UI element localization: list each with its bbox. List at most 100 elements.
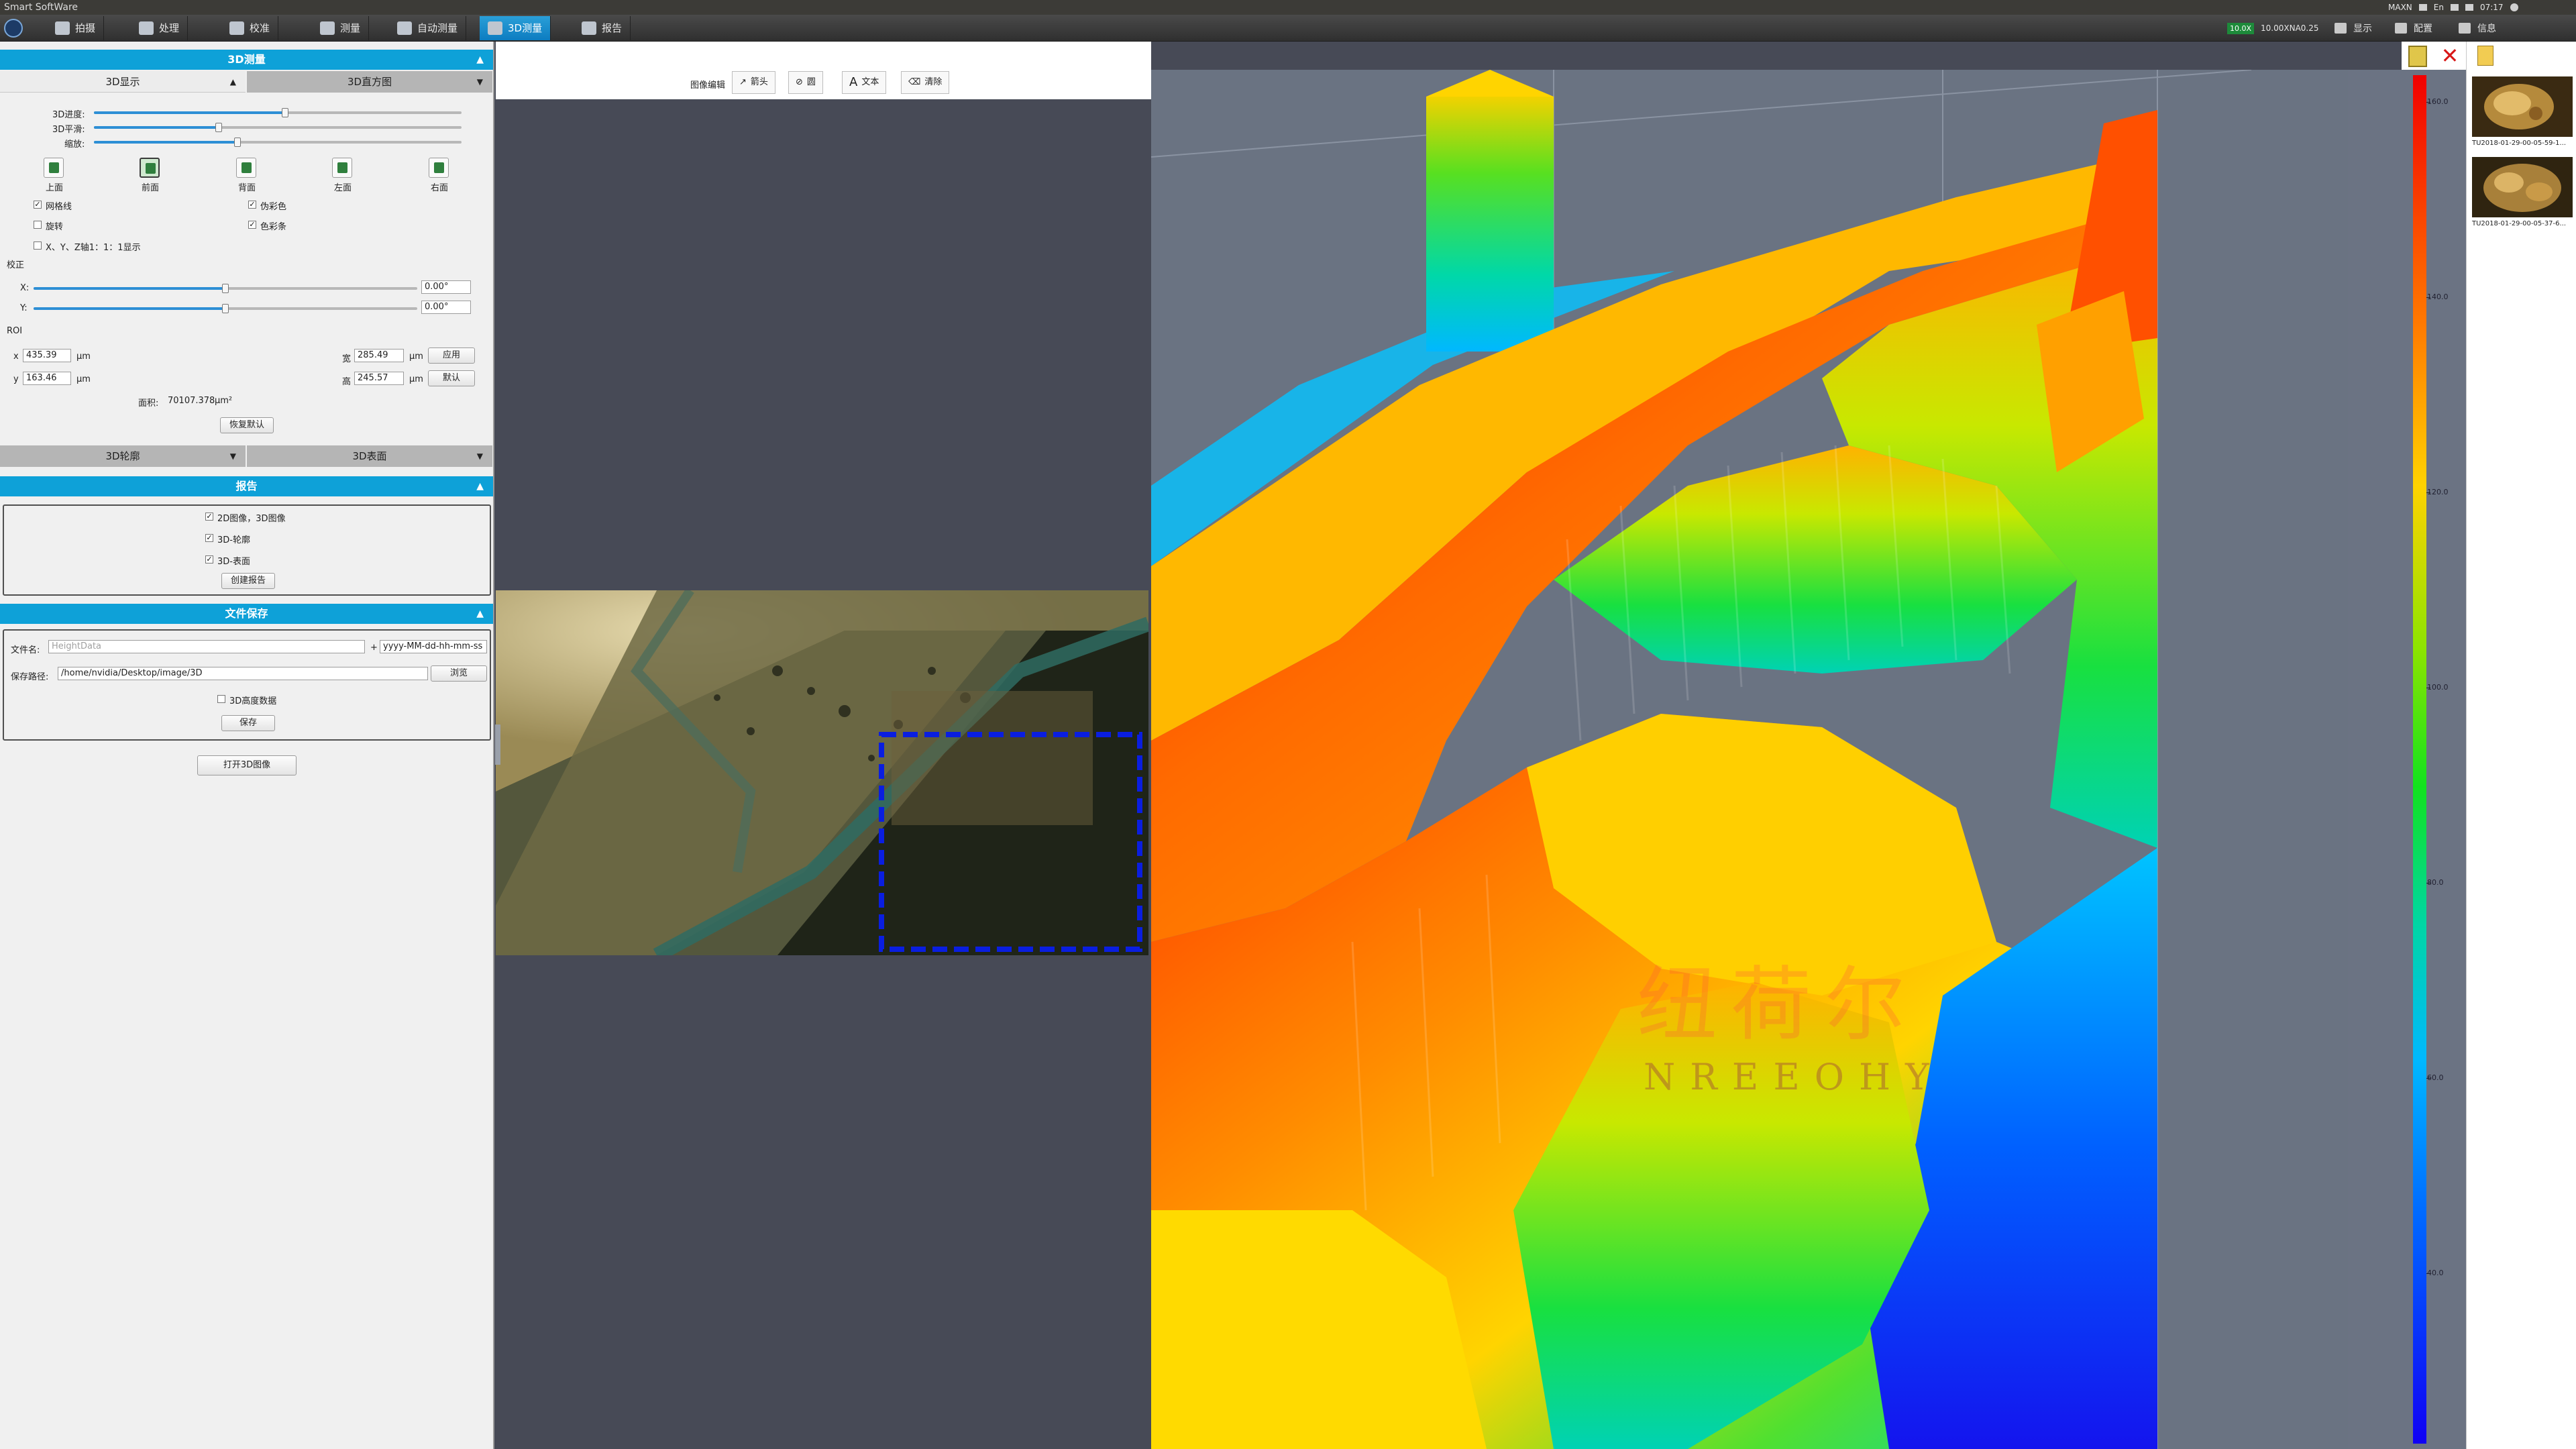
browse-button[interactable]: 浏览 — [431, 665, 487, 682]
path-label: 保存路径: — [11, 672, 49, 682]
apply-button[interactable]: 应用 — [428, 347, 475, 364]
tower-pillar — [1426, 97, 1554, 352]
collapse-icon: ▲ — [476, 54, 484, 65]
colorbar-tick-label: 100.0 — [2427, 683, 2449, 692]
section-header-file-save[interactable]: 文件保存 ▲ — [0, 604, 493, 624]
roi-y-unit: μm — [76, 374, 91, 384]
tab-report[interactable]: 报告 — [574, 16, 631, 40]
power-mode[interactable]: MAXN — [2388, 3, 2412, 12]
roi-width-field[interactable]: 285.49 — [354, 349, 404, 362]
roi-height-label: 高 — [342, 377, 352, 387]
system-tray: MAXN En 07:17 — [2388, 1, 2518, 13]
tab-3d-surface[interactable]: 3D表面 ▼ — [247, 445, 492, 467]
tab-3d-profile[interactable]: 3D轮廓 ▼ — [0, 445, 246, 467]
text-tool-button[interactable]: A 文本 — [842, 71, 887, 94]
calibrate-icon — [229, 21, 244, 35]
app-logo-icon[interactable] — [4, 19, 23, 38]
grid-checkbox[interactable]: ✓ — [34, 201, 42, 209]
rotate-checkbox[interactable] — [34, 221, 42, 229]
open-3d-image-button[interactable]: 打开3D图像 — [197, 755, 297, 775]
filename-label: 文件名: — [11, 645, 40, 655]
input-method[interactable]: En — [2434, 3, 2444, 12]
center-top-strip — [496, 42, 1151, 67]
folder-icon[interactable] — [2477, 46, 2493, 66]
height-colorbar — [2413, 75, 2426, 1444]
tab-calibrate[interactable]: 校准 — [221, 16, 279, 40]
view-front-button[interactable] — [140, 158, 160, 178]
report-surface-checkbox[interactable]: ✓ — [205, 555, 213, 564]
axis-ratio-checkbox[interactable] — [34, 241, 42, 250]
correction-y-slider[interactable] — [34, 304, 417, 313]
correction-y-field[interactable]: 0.00° — [421, 301, 471, 314]
color-bar-checkbox[interactable]: ✓ — [248, 221, 256, 229]
view-right-button[interactable] — [429, 158, 449, 178]
accuracy-label: 3D进度: — [52, 110, 85, 120]
section-header-3d-measure[interactable]: 3D测量 ▲ — [0, 50, 493, 70]
gallery-thumbnail-2[interactable] — [2472, 157, 2573, 217]
default-button[interactable]: 默认 — [428, 370, 475, 386]
height-data-checkbox[interactable] — [217, 695, 225, 703]
mail-icon[interactable] — [2450, 4, 2459, 11]
view-left-button[interactable] — [332, 158, 352, 178]
text-icon: A — [849, 75, 858, 89]
zoom-slider[interactable] — [94, 138, 462, 147]
tab-auto-measure[interactable]: 自动测量 — [389, 16, 467, 40]
tab-3d-measure[interactable]: 3D测量 — [480, 16, 551, 40]
eraser-icon: ⌫ — [908, 77, 921, 87]
roi-width-label: 宽 — [342, 354, 352, 364]
info-button[interactable]: 信息 — [2459, 19, 2496, 38]
section-header-report[interactable]: 报告 ▲ — [0, 476, 493, 496]
os-title-bar: Smart SoftWare — [0, 0, 2576, 15]
report-2d3d-checkbox[interactable]: ✓ — [205, 513, 213, 521]
roi-x-field[interactable]: 435.39 — [23, 349, 71, 362]
view-top-button[interactable] — [44, 158, 64, 178]
top-view-icon — [49, 162, 59, 173]
restore-default-button[interactable]: 恢复默认 — [220, 417, 274, 433]
close-icon[interactable]: ✕ — [2439, 44, 2461, 67]
gallery-caption-1: TU2018-01-29-00-05-59-1... — [2472, 140, 2567, 147]
tab-capture[interactable]: 拍摄 — [47, 16, 105, 40]
save-path-input[interactable]: /home/nvidia/Desktop/image/3D — [58, 667, 428, 680]
roi-height-field[interactable]: 245.57 — [354, 372, 404, 385]
arrow-tool-button[interactable]: ↗ 箭头 — [732, 71, 775, 94]
smooth-slider[interactable] — [94, 123, 462, 132]
view-back-button[interactable] — [236, 158, 256, 178]
display-button[interactable]: 显示 — [2334, 19, 2372, 38]
date-format-select[interactable]: yyyy-MM-dd-hh-mm-ss — [380, 640, 487, 653]
measure-icon — [320, 21, 335, 35]
tab-measure[interactable]: 测量 — [312, 16, 370, 40]
filename-input[interactable]: HeightData — [48, 640, 365, 653]
power-icon[interactable] — [2510, 3, 2518, 11]
correction-x-slider[interactable] — [34, 284, 417, 293]
microscope-preview-image[interactable] — [496, 590, 1148, 955]
view-top-label: 上面 — [46, 183, 64, 193]
clear-tool-button[interactable]: ⌫ 清除 — [901, 71, 950, 94]
circle-tool-button[interactable]: ⊘ 圆 — [788, 71, 823, 94]
colorbar-tick-label: 60.0 — [2427, 1073, 2444, 1082]
save-3d-icon[interactable] — [2408, 46, 2427, 67]
colorbar-tick-label: 160.0 — [2427, 97, 2449, 106]
correction-label: 校正 — [7, 260, 25, 270]
rotate-label: 旋转 — [46, 222, 64, 232]
plus-sign: + — [370, 643, 378, 653]
accuracy-slider[interactable] — [94, 108, 462, 117]
correction-x-field[interactable]: 0.00° — [421, 280, 471, 294]
roi-y-field[interactable]: 163.46 — [23, 372, 71, 385]
config-button[interactable]: 配置 — [2395, 19, 2432, 38]
tab-3d-histogram[interactable]: 3D直方图 ▼ — [247, 71, 492, 93]
report-profile-checkbox[interactable]: ✓ — [205, 534, 213, 542]
3d-surface-view[interactable] — [1151, 70, 2493, 1449]
tab-process[interactable]: 处理 — [131, 16, 189, 40]
report-options-box: ✓ 2D图像，3D图像 ✓ 3D-轮廓 ✓ 3D-表面 创建报告 — [3, 504, 491, 596]
pseudo-color-checkbox[interactable]: ✓ — [248, 201, 256, 209]
create-report-button[interactable]: 创建报告 — [221, 573, 275, 589]
save-button[interactable]: 保存 — [221, 715, 275, 731]
gallery-thumbnail-1[interactable] — [2472, 76, 2573, 137]
volume-icon[interactable] — [2465, 4, 2473, 11]
file-save-box: 文件名: HeightData + yyyy-MM-dd-hh-mm-ss 保存… — [3, 629, 491, 741]
tab-3d-display[interactable]: 3D显示 ▲ — [0, 71, 246, 93]
left-splitter-handle[interactable] — [495, 724, 500, 765]
auto-measure-icon — [397, 21, 412, 35]
wifi-icon[interactable] — [2418, 4, 2427, 11]
roi-height-unit: μm — [409, 374, 423, 384]
